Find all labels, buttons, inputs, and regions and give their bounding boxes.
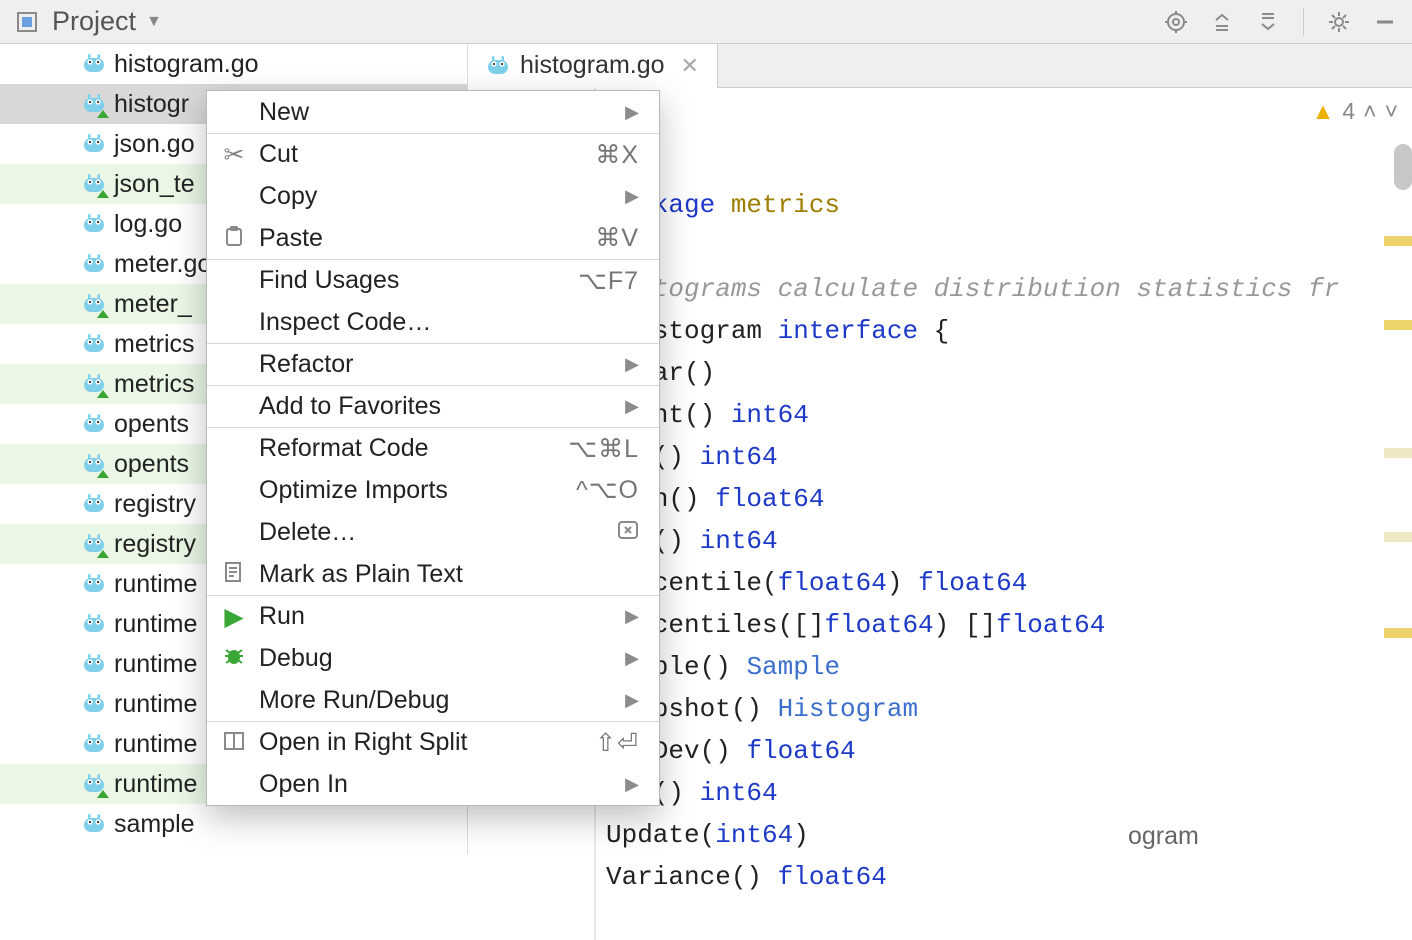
warning-icon: ▲ (1312, 98, 1335, 125)
run-icon: ▶ (221, 602, 247, 632)
go-file-icon (82, 332, 106, 356)
scissors-icon: ✂ (221, 140, 247, 170)
file-name-label: runtime (114, 690, 197, 719)
expand-all-icon[interactable] (1205, 5, 1239, 39)
menu-inspect-code[interactable]: Inspect Code… (207, 301, 659, 343)
go-file-icon (82, 812, 106, 836)
file-name-label: opents (114, 450, 189, 479)
go-file-icon (82, 612, 106, 636)
menu-add-favorites[interactable]: Add to Favorites ▶ (207, 385, 659, 427)
split-right-icon (221, 728, 247, 757)
file-name-label: runtime (114, 730, 197, 759)
file-tree-item[interactable]: histogram.go (0, 44, 467, 84)
go-file-icon (82, 572, 106, 596)
menu-more-run-debug[interactable]: More Run/Debug ▶ (207, 679, 659, 721)
menu-new[interactable]: New ▶ (207, 91, 659, 133)
select-opened-file-icon[interactable] (1159, 5, 1193, 39)
editor-tab-filename: histogram.go (520, 51, 665, 80)
project-selector-label: Project (52, 6, 136, 37)
go-file-icon (82, 412, 106, 436)
chevron-down-icon: ▼ (146, 13, 162, 31)
file-name-label: registry (114, 490, 196, 519)
menu-open-right-split[interactable]: Open in Right Split ⇧⏎ (207, 721, 659, 763)
go-file-icon (82, 372, 106, 396)
toolbar-divider (1303, 8, 1304, 36)
collapse-all-icon[interactable] (1251, 5, 1285, 39)
go-file-icon (82, 292, 106, 316)
chevron-up-icon[interactable]: ˄ (1363, 98, 1376, 125)
go-file-icon (486, 54, 510, 78)
file-name-label: registry (114, 530, 196, 559)
file-name-label: histogram.go (114, 50, 259, 79)
code-area[interactable]: package metrics Histograms calculate dis… (596, 88, 1412, 940)
submenu-arrow-icon: ▶ (625, 396, 639, 417)
menu-refactor[interactable]: Refactor ▶ (207, 343, 659, 385)
file-name-label: metrics (114, 330, 195, 359)
go-file-icon (82, 132, 106, 156)
go-file-icon (82, 692, 106, 716)
go-file-icon (82, 652, 106, 676)
file-name-label: meter_ (114, 290, 192, 319)
menu-run[interactable]: ▶ Run ▶ (207, 595, 659, 637)
menu-find-usages[interactable]: Find Usages ⌥F7 (207, 259, 659, 301)
file-name-label: runtime (114, 770, 197, 799)
file-name-label: histogr (114, 90, 189, 119)
file-name-label: opents (114, 410, 189, 439)
go-file-icon (82, 172, 106, 196)
menu-copy[interactable]: Copy ▶ (207, 175, 659, 217)
submenu-arrow-icon: ▶ (625, 186, 639, 207)
menu-open-in[interactable]: Open In ▶ (207, 763, 659, 805)
submenu-arrow-icon: ▶ (625, 102, 639, 123)
submenu-arrow-icon: ▶ (625, 606, 639, 627)
context-menu: New ▶ ✂ Cut ⌘X Copy ▶ Paste ⌘V Find Usag… (206, 90, 660, 806)
file-name-label: runtime (114, 610, 197, 639)
menu-reformat[interactable]: Reformat Code ⌥⌘L (207, 427, 659, 469)
go-file-icon (82, 772, 106, 796)
menu-delete[interactable]: Delete… (207, 511, 659, 553)
menu-mark-plain-text[interactable]: Mark as Plain Text (207, 553, 659, 595)
bug-icon (221, 644, 247, 673)
menu-paste[interactable]: Paste ⌘V (207, 217, 659, 259)
go-file-icon (82, 452, 106, 476)
go-file-icon (82, 52, 106, 76)
delete-icon (617, 518, 639, 547)
clipboard-icon (221, 224, 247, 253)
go-file-icon (82, 532, 106, 556)
minimize-icon[interactable] (1368, 5, 1402, 39)
module-icon (10, 5, 44, 39)
breadcrumb[interactable]: ogram (1128, 818, 1199, 854)
file-name-label: meter.go (114, 250, 211, 279)
editor-tab[interactable]: histogram.go ✕ (468, 44, 718, 88)
file-name-label: json_te (114, 170, 195, 199)
file-tree-item[interactable]: sample (0, 804, 467, 844)
file-name-label: log.go (114, 210, 182, 239)
menu-cut[interactable]: ✂ Cut ⌘X (207, 133, 659, 175)
go-file-icon (82, 732, 106, 756)
gear-icon[interactable] (1322, 5, 1356, 39)
project-toolbar: Project ▼ (0, 0, 1412, 44)
go-file-icon (82, 92, 106, 116)
file-name-label: runtime (114, 650, 197, 679)
submenu-arrow-icon: ▶ (625, 648, 639, 669)
warning-count: 4 (1342, 98, 1355, 125)
project-selector[interactable]: Project ▼ (44, 6, 170, 37)
close-icon[interactable]: ✕ (681, 53, 699, 79)
go-file-icon (82, 252, 106, 276)
submenu-arrow-icon: ▶ (625, 774, 639, 795)
error-stripe[interactable] (1384, 88, 1412, 940)
go-file-icon (82, 212, 106, 236)
file-name-label: metrics (114, 370, 195, 399)
menu-optimize-imports[interactable]: Optimize Imports ^⌥O (207, 469, 659, 511)
menu-debug[interactable]: Debug ▶ (207, 637, 659, 679)
file-name-label: runtime (114, 570, 197, 599)
submenu-arrow-icon: ▶ (625, 690, 639, 711)
file-name-label: json.go (114, 130, 195, 159)
editor-tab-bar: histogram.go ✕ (468, 44, 1412, 88)
submenu-arrow-icon: ▶ (625, 354, 639, 375)
plain-text-icon (221, 560, 247, 589)
go-file-icon (82, 492, 106, 516)
file-name-label: sample (114, 810, 195, 839)
